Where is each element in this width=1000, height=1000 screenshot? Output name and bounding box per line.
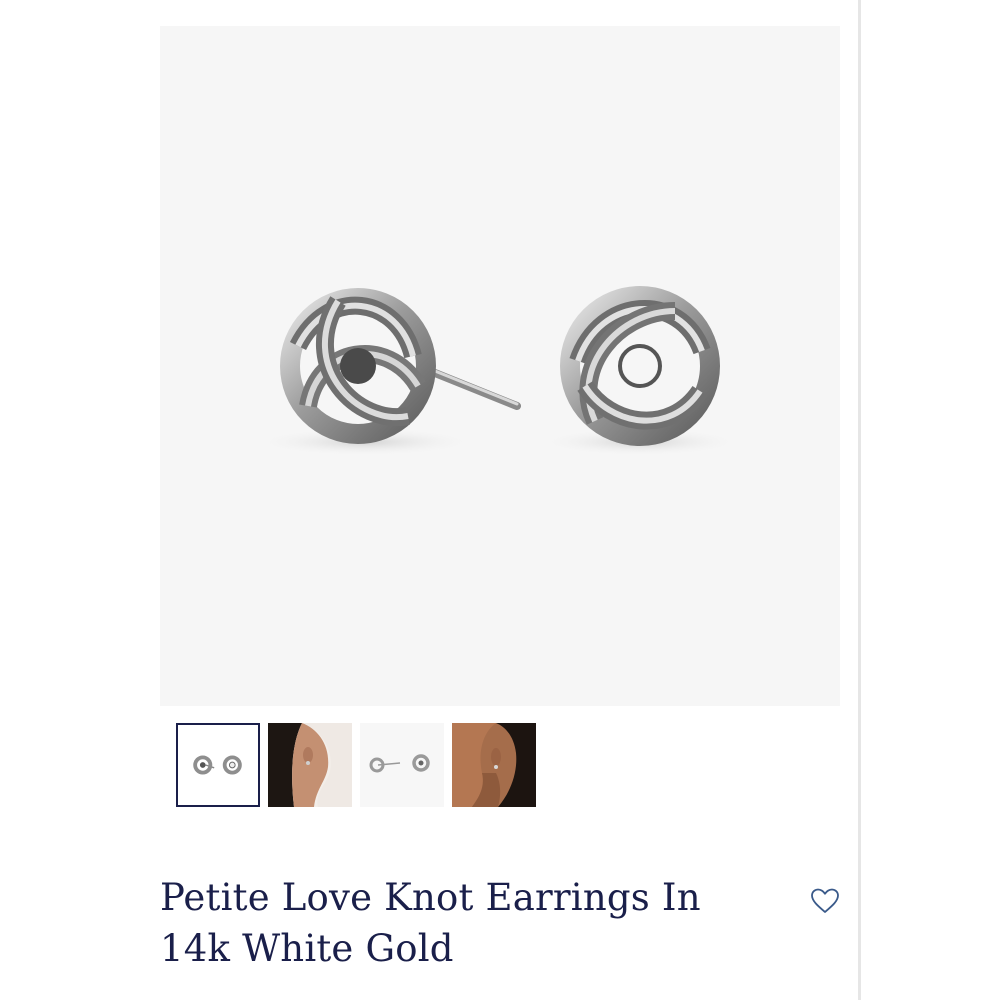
earrings-pair-alt-thumbnail — [360, 723, 444, 807]
thumbnail-2[interactable] — [268, 723, 352, 807]
right-earring — [560, 286, 720, 446]
thumbnail-1[interactable] — [176, 723, 260, 807]
model-side-view-thumbnail — [268, 723, 352, 807]
page-scroll-edge — [858, 0, 1000, 1000]
left-earring — [280, 288, 436, 444]
thumbnail-4[interactable] — [452, 723, 536, 807]
heart-outline-icon — [811, 888, 839, 913]
earrings-photo — [255, 286, 740, 456]
thumbnail-strip — [176, 723, 536, 807]
thumbnail-3[interactable] — [360, 723, 444, 807]
main-product-image[interactable] — [160, 26, 840, 706]
model-closeup-thumbnail — [452, 723, 536, 807]
earrings-pair-thumbnail — [178, 725, 258, 805]
wishlist-button[interactable] — [808, 884, 842, 918]
product-title: Petite Love Knot Earrings In 14k White G… — [160, 876, 701, 970]
product-page: Petite Love Knot Earrings In 14k White G… — [0, 0, 1000, 1000]
